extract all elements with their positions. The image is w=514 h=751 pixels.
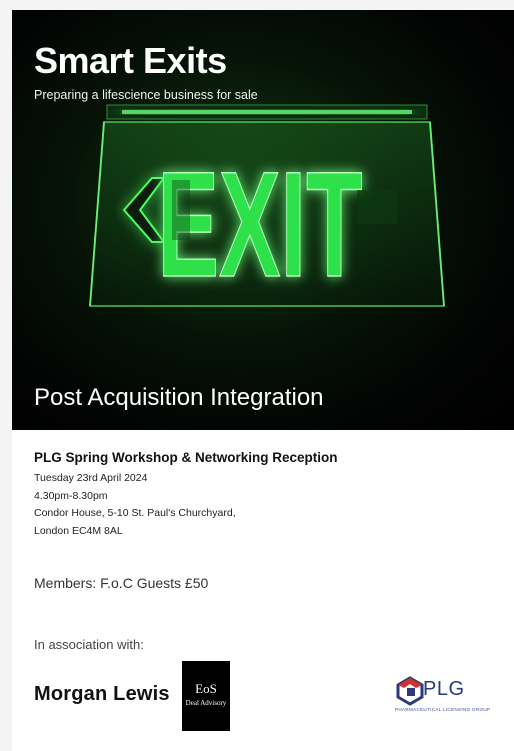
plg-emblem-icon [396, 676, 424, 706]
event-title: PLG Spring Workshop & Networking Recepti… [34, 450, 338, 465]
plg-wordmark: PLG [423, 678, 465, 700]
hero-title: Smart Exits [34, 40, 227, 81]
plg-full-name: PHARMACEUTICAL LICENSING GROUP [395, 707, 491, 712]
hero-image: EXIT Smart Exits Preparing a lifescience… [12, 10, 514, 430]
plg-logo: PLG PHARMACEUTICAL LICENSING GROUP [395, 674, 505, 724]
event-date: Tuesday 23rd April 2024 [34, 472, 148, 484]
eos-deal-advisory-logo: EoS Deal Advisory [182, 661, 230, 731]
event-address-line1: Condor House, 5-10 St. Paul's Churchyard… [34, 507, 236, 519]
event-time: 4.30pm-8.30pm [34, 489, 108, 502]
association-label: In association with: [34, 637, 144, 652]
pricing: Members: F.o.C Guests £50 [34, 575, 209, 591]
event-flyer: EXIT Smart Exits Preparing a lifescience… [12, 10, 514, 751]
hero-caption: Post Acquisition Integration [34, 384, 324, 411]
event-details: PLG Spring Workshop & Networking Recepti… [34, 450, 494, 540]
hero-subtitle: Preparing a lifescience business for sal… [34, 88, 258, 102]
eos-mark: EoS [195, 681, 217, 696]
morgan-lewis-logo: Morgan Lewis [34, 683, 170, 705]
event-address-line2: London EC4M 8AL [34, 524, 123, 537]
eos-subtitle: Deal Advisory [185, 699, 227, 707]
